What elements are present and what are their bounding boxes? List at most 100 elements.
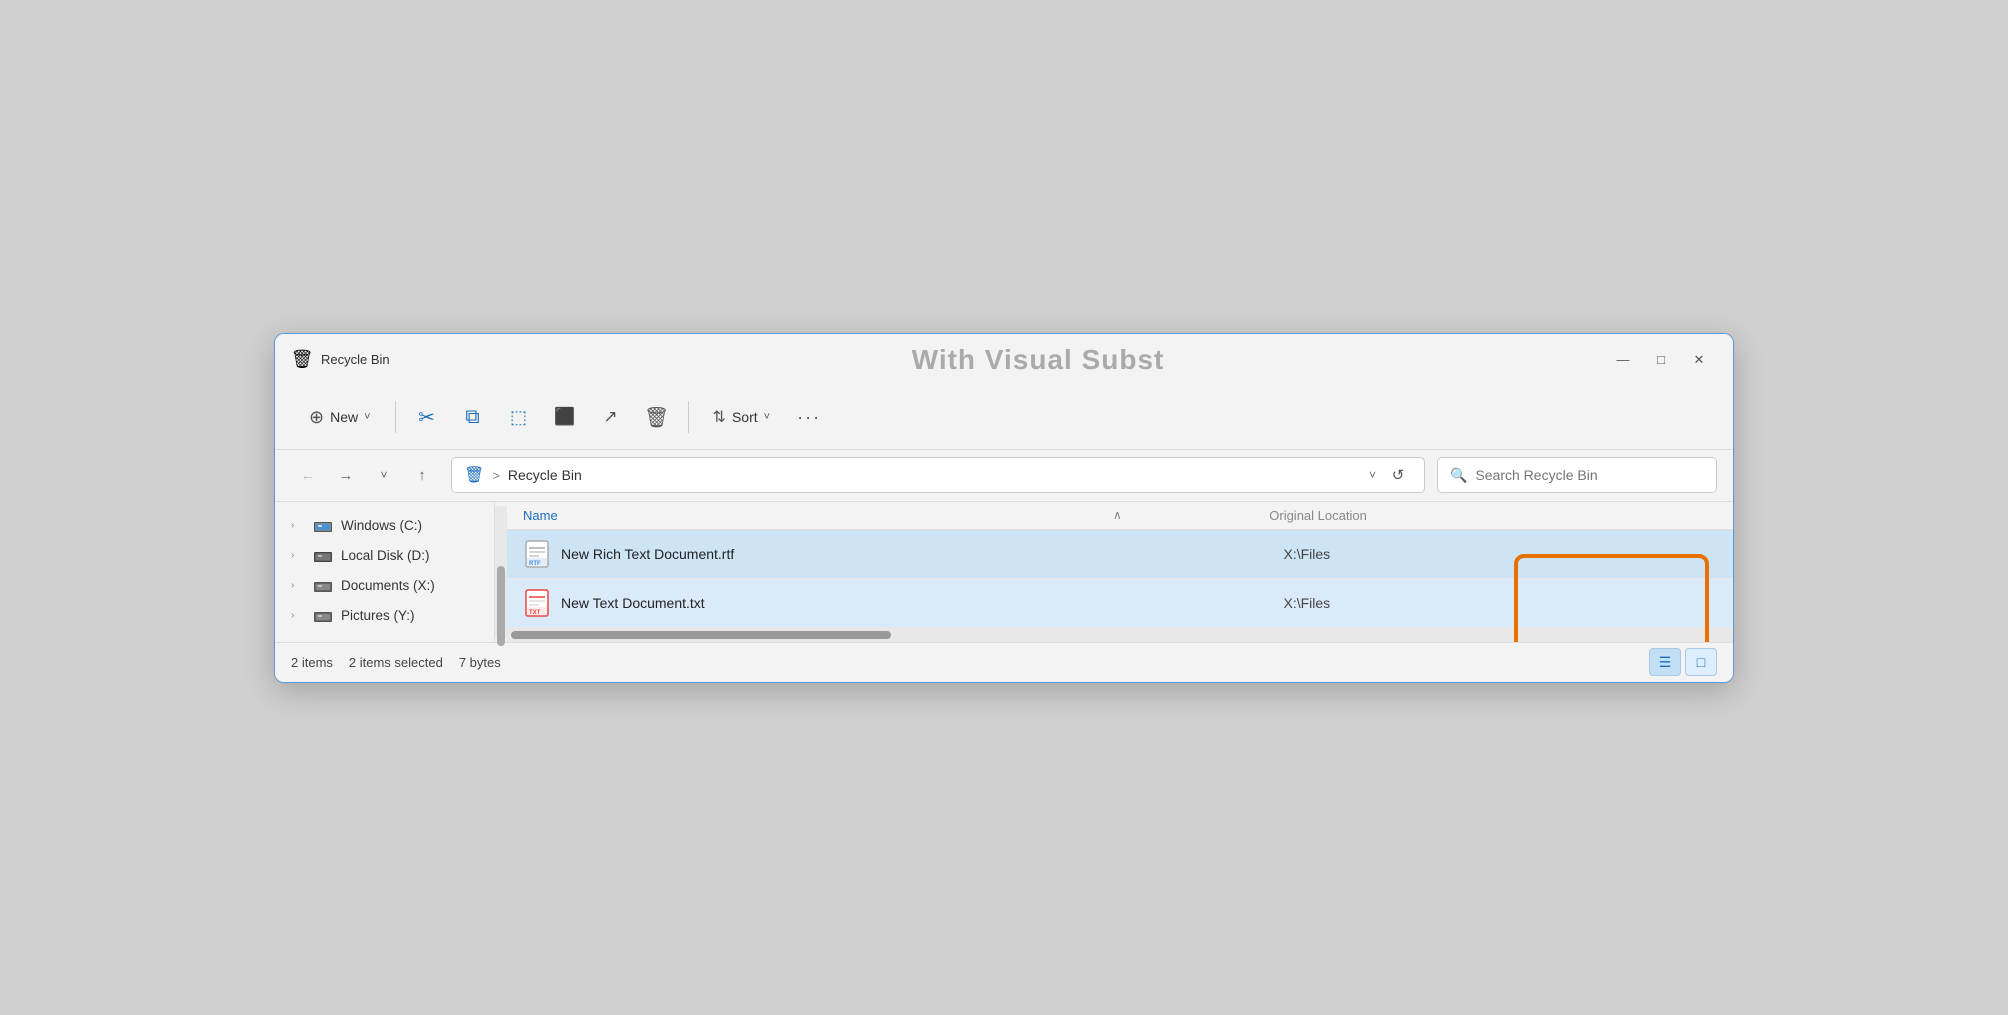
- back-icon: ←: [301, 467, 316, 484]
- sidebar-item-label-local-d: Local Disk (D:): [341, 548, 430, 563]
- window-icon: 🗑: [291, 349, 313, 371]
- status-items-count: 2 items: [291, 655, 333, 670]
- status-size: 7 bytes: [459, 655, 501, 670]
- sidebar-chevron-icon: ›: [291, 520, 305, 531]
- share-button[interactable]: ↗: [590, 396, 632, 438]
- sort-chevron-icon: ˅: [764, 411, 770, 423]
- copy-button[interactable]: ⧉: [452, 396, 494, 438]
- sidebar: › Windows (C:) › Local Disk (D:) › Docum…: [275, 502, 495, 642]
- rename-button[interactable]: ⬛: [544, 396, 586, 438]
- cut-button[interactable]: ✂: [406, 396, 448, 438]
- drive-y-icon: [313, 608, 333, 624]
- file-location-txt: X:\Files: [1284, 595, 1718, 611]
- delete-icon: 🗑: [644, 405, 669, 430]
- new-plus-icon: ⊕: [309, 407, 324, 428]
- copy-icon: ⧉: [465, 406, 479, 429]
- share-icon: ↗: [603, 407, 617, 427]
- title-bar-left: 🗑 Recycle Bin: [291, 349, 471, 371]
- sidebar-chevron-y-icon: ›: [291, 610, 305, 621]
- more-button[interactable]: ···: [788, 396, 830, 438]
- address-separator: >: [492, 468, 500, 483]
- sort-label: Sort: [732, 409, 758, 425]
- file-list: RTF New Rich Text Document.rtf X:\Files: [507, 530, 1733, 628]
- window-center-title: With Visual Subst: [471, 344, 1605, 376]
- toolbar: ⊕ New ˅ ✂ ⧉ ⬚ ⬛ ↗ 🗑 ⇅ Sort ˅ ···: [275, 386, 1733, 450]
- explorer-window: 🗑 Recycle Bin With Visual Subst — □ ✕ ⊕ …: [274, 333, 1734, 683]
- forward-icon: →: [339, 467, 354, 484]
- rtf-file-icon: RTF: [523, 540, 551, 568]
- hscrollbar-thumb[interactable]: [511, 631, 891, 639]
- sort-button[interactable]: ⇅ Sort ˅: [699, 396, 785, 438]
- forward-button[interactable]: →: [329, 458, 363, 492]
- address-chevron-icon[interactable]: ˅: [1369, 468, 1376, 482]
- nav-bar: ← → ˅ ↑ 🗑 > Recycle Bin ˅ ↺ 🔍: [275, 450, 1733, 502]
- toolbar-separator-2: [688, 401, 689, 433]
- cut-icon: ✂: [418, 405, 435, 430]
- file-row-rtf[interactable]: RTF New Rich Text Document.rtf X:\Files: [507, 530, 1733, 579]
- new-label: New: [330, 409, 358, 425]
- sidebar-chevron-x-icon: ›: [291, 580, 305, 591]
- view-list-icon: ☰: [1659, 654, 1672, 671]
- column-location-header: Original Location: [1269, 508, 1717, 523]
- view-grid-icon: □: [1697, 654, 1705, 670]
- sort-arrow-icon: ∧: [1113, 508, 1122, 522]
- delete-button[interactable]: 🗑: [636, 396, 678, 438]
- address-bar[interactable]: 🗑 > Recycle Bin ˅ ↺: [451, 457, 1425, 493]
- search-input[interactable]: [1475, 467, 1704, 483]
- sidebar-item-documents-x[interactable]: › Documents (X:): [279, 572, 490, 600]
- app-title: Recycle Bin: [321, 352, 390, 367]
- refresh-button[interactable]: ↺: [1384, 461, 1412, 489]
- sidebar-item-windows-c[interactable]: › Windows (C:): [279, 512, 490, 540]
- recent-button[interactable]: ˅: [367, 458, 401, 492]
- search-icon: 🔍: [1450, 467, 1467, 484]
- horizontal-scrollbar[interactable]: [507, 628, 1733, 642]
- view-list-button[interactable]: ☰: [1649, 648, 1681, 676]
- drive-d-icon: [313, 548, 333, 564]
- drive-c-icon: [313, 518, 333, 534]
- rename-icon: ⬛: [554, 407, 575, 427]
- address-text: Recycle Bin: [508, 467, 1361, 483]
- paste-button[interactable]: ⬚: [498, 396, 540, 438]
- new-button[interactable]: ⊕ New ˅: [295, 396, 385, 438]
- file-list-header: ∧ Name Original Location: [507, 502, 1733, 530]
- sidebar-item-pictures-y[interactable]: › Pictures (Y:): [279, 602, 490, 630]
- sidebar-item-label-documents-x: Documents (X:): [341, 578, 435, 593]
- status-bar: 2 items 2 items selected 7 bytes ☰ □: [275, 642, 1733, 682]
- sidebar-item-local-d[interactable]: › Local Disk (D:): [279, 542, 490, 570]
- file-name-txt: New Text Document.txt: [561, 595, 1284, 611]
- more-icon: ···: [797, 407, 821, 428]
- scrollbar-thumb[interactable]: [497, 566, 505, 646]
- sort-icon: ⇅: [713, 407, 726, 427]
- svg-text:RTF: RTF: [529, 561, 541, 567]
- file-list-container: ∧ Name Original Location RTF: [507, 502, 1733, 642]
- up-button[interactable]: ↑: [405, 458, 439, 492]
- back-button[interactable]: ←: [291, 458, 325, 492]
- column-name-header[interactable]: Name: [523, 508, 1269, 523]
- file-location-rtf: X:\Files: [1284, 546, 1718, 562]
- maximize-button[interactable]: □: [1643, 344, 1679, 376]
- content-area: › Windows (C:) › Local Disk (D:) › Docum…: [275, 502, 1733, 642]
- file-name-rtf: New Rich Text Document.rtf: [561, 546, 1284, 562]
- toolbar-separator-1: [395, 401, 396, 433]
- svg-text:TXT: TXT: [529, 610, 541, 616]
- search-box[interactable]: 🔍: [1437, 457, 1717, 493]
- recent-icon: ˅: [380, 468, 387, 482]
- up-icon: ↑: [418, 467, 426, 484]
- vertical-scrollbar[interactable]: [495, 506, 507, 638]
- view-grid-button[interactable]: □: [1685, 648, 1717, 676]
- title-bar: 🗑 Recycle Bin With Visual Subst — □ ✕: [275, 334, 1733, 386]
- window-controls: — □ ✕: [1605, 344, 1717, 376]
- sidebar-item-label-pictures-y: Pictures (Y:): [341, 608, 415, 623]
- txt-file-icon: TXT: [523, 589, 551, 617]
- paste-icon: ⬚: [510, 407, 527, 428]
- sidebar-item-label-windows-c: Windows (C:): [341, 518, 422, 533]
- file-row-txt[interactable]: TXT New Text Document.txt X:\Files: [507, 579, 1733, 628]
- drive-x-icon: [313, 578, 333, 594]
- new-chevron-icon: ˅: [364, 411, 370, 423]
- refresh-icon: ↺: [1392, 466, 1405, 484]
- status-selected: 2 items selected: [349, 655, 443, 670]
- close-button[interactable]: ✕: [1681, 344, 1717, 376]
- sidebar-chevron-d-icon: ›: [291, 550, 305, 561]
- minimize-button[interactable]: —: [1605, 344, 1641, 376]
- address-recycle-icon: 🗑: [464, 465, 484, 485]
